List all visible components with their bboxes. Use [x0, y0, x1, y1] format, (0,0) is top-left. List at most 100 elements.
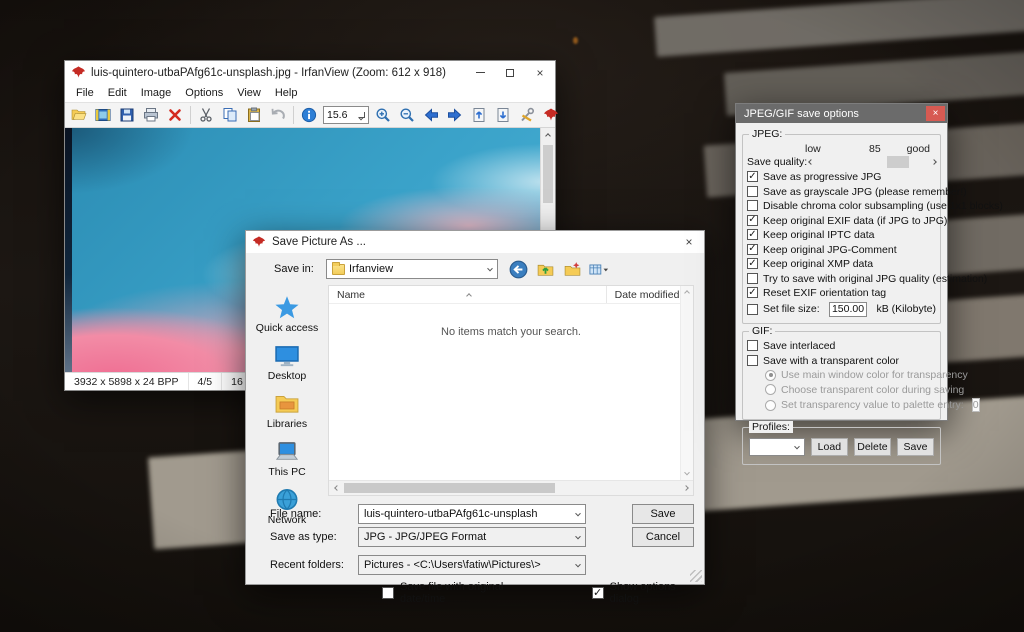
- zoom-level-value: 15.6: [327, 109, 347, 121]
- checkbox[interactable]: ✓: [747, 186, 758, 197]
- print-icon[interactable]: [139, 104, 163, 126]
- menu-bar: FileEditImageOptionsViewHelp: [65, 84, 555, 102]
- scroll-right-arrow[interactable]: [678, 481, 693, 495]
- checkbox[interactable]: ✓: [747, 229, 758, 240]
- status-segment-0: 3932 x 5898 x 24 BPP: [65, 373, 189, 390]
- place-libraries[interactable]: Libraries: [246, 391, 328, 430]
- next-image-icon[interactable]: [443, 104, 467, 126]
- chevron-down-icon[interactable]: [795, 441, 799, 453]
- recent-folders-combobox[interactable]: Pictures - <C:\Users\fatiw\Pictures\>: [358, 555, 586, 575]
- scroll-left-arrow[interactable]: [329, 481, 344, 495]
- load-button[interactable]: Load: [811, 438, 848, 456]
- slider-left-arrow[interactable]: [808, 159, 814, 165]
- save-button[interactable]: Save: [632, 504, 694, 524]
- titlebar[interactable]: luis-quintero-utbaPAfg61c-unsplash.jpg -…: [65, 61, 555, 84]
- delete-button[interactable]: Delete: [854, 438, 891, 456]
- close-icon[interactable]: ×: [926, 106, 945, 121]
- checkbox[interactable]: ✓: [747, 287, 758, 298]
- palette-entry-input[interactable]: 0: [972, 398, 980, 412]
- menu-help[interactable]: Help: [268, 87, 305, 99]
- checkbox[interactable]: ✓: [747, 200, 758, 211]
- view-menu-icon[interactable]: [589, 259, 609, 279]
- checkbox[interactable]: ✓: [747, 273, 758, 284]
- delete-icon[interactable]: [163, 104, 187, 126]
- irfanview-logo-icon[interactable]: [539, 104, 563, 126]
- set-file-size-checkbox[interactable]: ✓: [747, 304, 758, 315]
- chevron-down-icon[interactable]: [488, 263, 492, 275]
- quality-scale-labels: low 85 good: [747, 143, 936, 155]
- place-desktop[interactable]: Desktop: [246, 343, 328, 382]
- menu-edit[interactable]: Edit: [101, 87, 134, 99]
- close-icon[interactable]: ×: [674, 231, 704, 253]
- place-this-pc[interactable]: This PC: [246, 439, 328, 478]
- minimize-button[interactable]: [465, 61, 495, 84]
- file-name-input[interactable]: luis-quintero-utbaPAfg61c-unsplash: [358, 504, 586, 524]
- copy-icon[interactable]: [218, 104, 242, 126]
- show-options-checkbox[interactable]: ✓: [592, 587, 604, 599]
- option-row: ✓Try to save with original JPG quality (…: [747, 273, 936, 285]
- chevron-down-icon[interactable]: [576, 559, 580, 571]
- tools-icon[interactable]: [515, 104, 539, 126]
- chevron-down-icon[interactable]: [576, 531, 580, 543]
- scroll-down-arrow[interactable]: [681, 467, 693, 480]
- place-network[interactable]: Network: [246, 487, 328, 526]
- place-label: Quick access: [256, 322, 318, 334]
- zoom-level-combobox[interactable]: 15.6: [323, 106, 369, 124]
- slideshow-icon[interactable]: [91, 104, 115, 126]
- undo-icon[interactable]: [266, 104, 290, 126]
- slider-right-arrow[interactable]: [931, 159, 937, 165]
- new-folder-icon[interactable]: [562, 259, 582, 279]
- list-vertical-scrollbar[interactable]: [680, 286, 693, 480]
- original-date-checkbox[interactable]: ✓: [382, 587, 394, 599]
- file-size-input[interactable]: 150.00: [829, 302, 868, 317]
- checkbox[interactable]: ✓: [747, 215, 758, 226]
- info-icon[interactable]: [297, 104, 321, 126]
- slider-thumb[interactable]: [887, 156, 909, 168]
- option-row: ✓Keep original XMP data: [747, 258, 936, 270]
- dialog-titlebar[interactable]: Save Picture As ... ×: [246, 231, 704, 254]
- checkbox[interactable]: ✓: [747, 355, 758, 366]
- prev-page-icon[interactable]: [467, 104, 491, 126]
- cut-icon[interactable]: [194, 104, 218, 126]
- checkbox[interactable]: ✓: [747, 171, 758, 182]
- menu-file[interactable]: File: [69, 87, 101, 99]
- place-quick-access[interactable]: Quick access: [246, 295, 328, 334]
- chevron-down-icon[interactable]: [576, 508, 580, 520]
- save-icon[interactable]: [115, 104, 139, 126]
- next-page-icon[interactable]: [491, 104, 515, 126]
- scroll-up-arrow[interactable]: [541, 128, 555, 143]
- panel-titlebar[interactable]: JPEG/GIF save options ×: [736, 104, 947, 123]
- list-horizontal-scrollbar[interactable]: [329, 480, 693, 495]
- radio-button[interactable]: [765, 400, 776, 411]
- save-in-combobox[interactable]: Irfanview: [326, 259, 498, 279]
- prev-image-icon[interactable]: [419, 104, 443, 126]
- zoom-in-icon[interactable]: [371, 104, 395, 126]
- back-icon[interactable]: [508, 259, 528, 279]
- file-list[interactable]: Name Date modified No items match your s…: [328, 285, 694, 496]
- up-folder-icon[interactable]: [535, 259, 555, 279]
- scrollbar-thumb[interactable]: [543, 145, 553, 203]
- checkbox[interactable]: ✓: [747, 340, 758, 351]
- radio-button[interactable]: [765, 384, 776, 395]
- menu-options[interactable]: Options: [178, 87, 230, 99]
- cancel-button[interactable]: Cancel: [632, 527, 694, 547]
- close-button[interactable]: ×: [525, 61, 555, 84]
- profiles-combobox[interactable]: [749, 438, 805, 456]
- column-header-name[interactable]: Name: [329, 289, 365, 301]
- menu-view[interactable]: View: [230, 87, 268, 99]
- checkbox[interactable]: ✓: [747, 258, 758, 269]
- maximize-button[interactable]: [495, 61, 525, 84]
- menu-image[interactable]: Image: [134, 87, 179, 99]
- column-header-date[interactable]: Date modified: [606, 286, 680, 303]
- open-folder-icon[interactable]: [67, 104, 91, 126]
- resize-grip[interactable]: [690, 570, 702, 582]
- save-as-type-combobox[interactable]: JPG - JPG/JPEG Format: [358, 527, 586, 547]
- paste-icon[interactable]: [242, 104, 266, 126]
- profiles-save-button[interactable]: Save: [897, 438, 934, 456]
- quality-slider[interactable]: [816, 156, 929, 168]
- scroll-up-arrow[interactable]: [681, 286, 693, 299]
- radio-button[interactable]: [765, 370, 776, 381]
- scrollbar-thumb[interactable]: [344, 483, 555, 493]
- zoom-out-icon[interactable]: [395, 104, 419, 126]
- checkbox[interactable]: ✓: [747, 244, 758, 255]
